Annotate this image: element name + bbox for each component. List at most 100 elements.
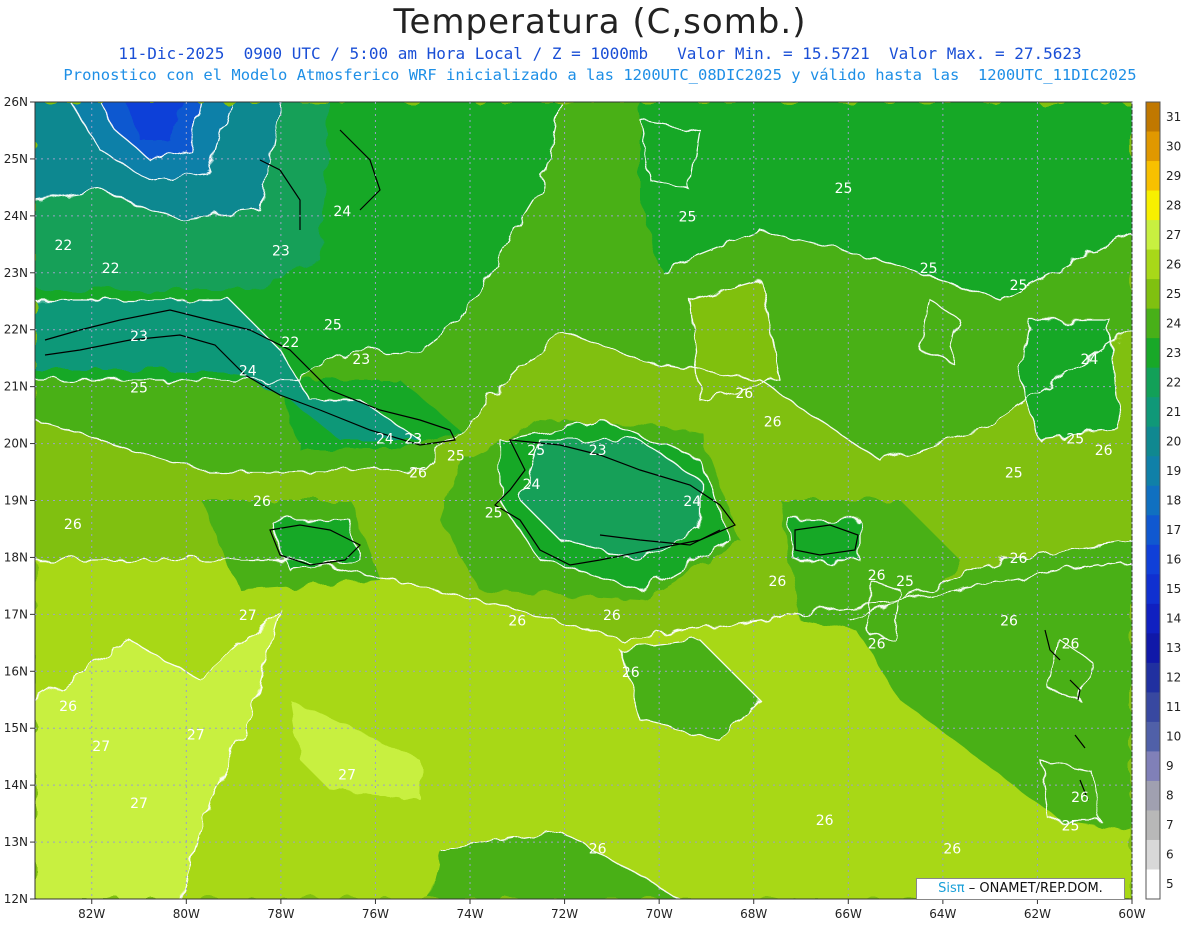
colorbar-swatch [1146,692,1160,723]
colorbar-swatch [1146,338,1160,369]
colorbar: 31 30 29 28 27 26 25 24 23 22 21 20 19 18 17 16 15 14 13 12… [1145,101,1181,900]
contour-label: 26 [1062,637,1080,653]
contour-label: 26 [768,574,786,590]
contour-label: 25 [485,506,503,522]
colorbar-swatch [1146,515,1160,546]
lon-tick-label: 82W [78,907,105,921]
colorbar-swatch [1146,190,1160,221]
contour-label: 23 [589,443,607,459]
colorbar-swatch [1146,161,1160,192]
colorbar-swatch [1146,308,1160,339]
lat-tick-label: 17N [4,607,28,621]
colorbar-swatch [1146,839,1160,870]
colorbar-label: 28 [1166,198,1181,212]
colorbar-label: 8 [1166,789,1174,803]
lat-tick-label: 16N [4,664,28,678]
lat-tick-label: 21N [4,380,28,394]
contour-label: 25 [835,181,853,197]
colorbar-swatch [1146,544,1160,575]
colorbar-label: 14 [1166,612,1181,626]
lon-tick-label: 62W [1024,907,1051,921]
contour-label: 26 [868,568,886,584]
contour-label: 22 [54,238,72,254]
colorbar-swatch [1146,426,1160,457]
temperature-map: 82W 80W 78W 76W 74W 72W 70W 68W 66W 64W 62W 60W 26N 2… [4,95,1182,921]
colorbar-label: 25 [1166,287,1181,301]
colorbar-label: 16 [1166,553,1181,567]
contour-label: 26 [589,841,607,857]
colorbar-label: 11 [1166,700,1181,714]
colorbar-swatch [1146,721,1160,752]
lon-tick-label: 72W [551,907,578,921]
contour-label: 26 [816,813,834,829]
colorbar-label: 6 [1166,848,1174,862]
colorbar-swatch [1146,810,1160,841]
lon-tick-label: 80W [173,907,200,921]
lat-tick-label: 18N [4,550,28,564]
contour-label: 26 [253,494,271,510]
colorbar-label: 20 [1166,434,1181,448]
contour-label: 25 [1066,432,1084,448]
contour-label: 25 [679,210,697,226]
contour-label: 24 [376,432,394,448]
contour-label: 25 [920,261,938,277]
contour-label: 26 [603,608,621,624]
colorbar-label: 24 [1166,316,1181,330]
contour-label: 23 [404,432,422,448]
lon-tick-label: 70W [646,907,673,921]
colorbar-label: 7 [1166,818,1174,832]
colorbar-swatch [1146,603,1160,634]
lon-tick-label: 76W [362,907,389,921]
colorbar-label: 21 [1166,405,1181,419]
contour-label: 26 [1071,790,1089,806]
colorbar-swatch [1146,131,1160,162]
credit-text: – ONAMET/REP.DOM. [968,881,1103,896]
contour-label: 26 [735,386,753,402]
contour-label: 25 [896,574,914,590]
colorbar-label: 22 [1166,375,1181,389]
contour-label: 22 [281,335,299,351]
colorbar-label: 29 [1166,169,1181,183]
colorbar-swatch [1146,485,1160,516]
contour-label: 26 [409,466,427,482]
contour-label: 27 [338,767,356,783]
credit-brand: Sisπ [938,881,965,896]
contour-label: 23 [272,244,290,260]
lon-tick-label: 74W [456,907,483,921]
contour-label: 27 [92,739,110,755]
colorbar-label: 26 [1166,257,1181,271]
contour-label: 25 [527,443,545,459]
lat-tick-label: 22N [4,323,28,337]
contour-label: 27 [130,796,148,812]
lat-tick-label: 13N [4,835,28,849]
contour-label: 26 [1095,443,1113,459]
contour-label: 25 [447,449,465,465]
contour-label: 24 [239,363,257,379]
colorbar-swatch [1146,633,1160,664]
lon-tick-label: 68W [740,907,767,921]
contour-label: 26 [622,665,640,681]
colorbar-swatch [1146,102,1160,133]
colorbar-label: 17 [1166,523,1181,537]
colorbar-swatch [1146,456,1160,487]
contour-label: 22 [102,261,120,277]
colorbar-swatch [1146,574,1160,605]
contour-label: 23 [352,352,370,368]
contour-label: 26 [64,517,82,533]
colorbar-label: 10 [1166,730,1181,744]
contour-label: 26 [764,414,782,430]
contour-label: 24 [683,494,701,510]
lon-tick-label: 66W [835,907,862,921]
colorbar-label: 27 [1166,228,1181,242]
contour-label: 25 [1010,278,1028,294]
contour-label: 27 [187,728,205,744]
colorbar-swatch [1146,279,1160,310]
colorbar-label: 5 [1166,877,1174,891]
colorbar-label: 9 [1166,759,1174,773]
contour-label: 24 [523,477,541,493]
credit-box: Sisπ – ONAMET/REP.DOM. [916,878,1125,900]
lat-tick-label: 20N [4,437,28,451]
lat-tick-label: 19N [4,494,28,508]
colorbar-swatch [1146,662,1160,693]
colorbar-label: 19 [1166,464,1181,478]
